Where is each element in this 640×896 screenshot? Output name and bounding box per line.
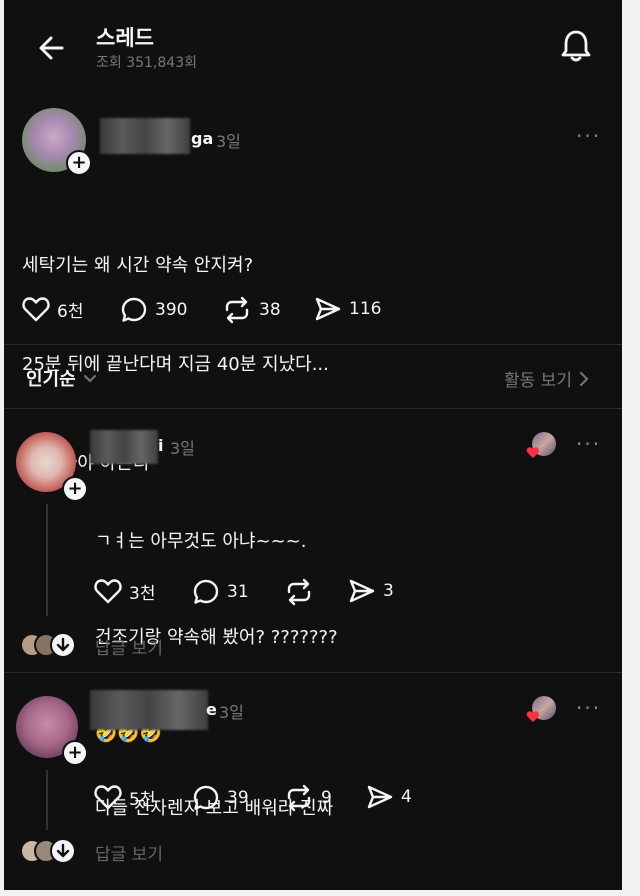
sort-dropdown[interactable]: 인기순: [26, 365, 98, 391]
like-button[interactable]: 3천: [94, 578, 155, 604]
back-button[interactable]: [34, 30, 70, 66]
thread-connector: [46, 504, 48, 616]
notification-button[interactable]: [556, 26, 596, 66]
view-replies-link[interactable]: 답글 보기: [95, 634, 163, 659]
divider: [4, 408, 622, 409]
like-count: 3천: [129, 583, 156, 604]
repost-count: 9: [321, 788, 332, 808]
chevron-right-icon: [579, 371, 589, 386]
expand-replies-icon[interactable]: [50, 838, 76, 864]
comment-time: 3일: [170, 439, 195, 458]
send-icon: [367, 785, 393, 809]
thread-screen: 스레드 조회 351,843회 + ga 3일 ··· 세탁기는 왜 시간 약속…: [4, 0, 622, 890]
view-count: 조회 351,843회: [96, 55, 197, 71]
arrow-left-icon: [39, 36, 64, 60]
speech-bubble-icon: [193, 579, 219, 604]
author-liked-badge: [526, 696, 556, 724]
author-username[interactable]: ga: [191, 129, 213, 148]
username-redacted: [100, 118, 190, 154]
repost-icon: [225, 296, 249, 324]
sort-label: 인기순: [26, 369, 76, 390]
like-count: 6천: [57, 301, 84, 322]
reply-button[interactable]: 31: [192, 578, 249, 606]
bell-icon: [561, 30, 591, 62]
post-more-button[interactable]: ···: [576, 124, 601, 148]
share-button[interactable]: 116: [314, 296, 381, 322]
reply-count: 31: [227, 582, 249, 602]
speech-bubble-icon: [193, 785, 219, 810]
reply-button[interactable]: 390: [120, 296, 187, 324]
repost-icon: [287, 784, 311, 812]
heart-icon: [526, 447, 540, 458]
author-liked-badge: [526, 432, 556, 460]
repost-button[interactable]: [284, 578, 321, 606]
username-redacted: [90, 690, 208, 730]
share-button[interactable]: 3: [348, 578, 394, 604]
comment-line: ㄱㅕ는 아무것도 아냐~~~.: [95, 531, 307, 552]
post-line: 세탁기는 왜 시간 약속 안지켜?: [22, 255, 254, 276]
reply-count: 390: [155, 300, 188, 320]
comment-username[interactable]: i: [158, 436, 163, 455]
heart-icon: [22, 297, 50, 322]
activity-label: 활동 보기: [504, 371, 572, 391]
follow-plus-button[interactable]: +: [66, 150, 92, 176]
send-icon: [315, 297, 341, 321]
repost-button[interactable]: 9: [284, 784, 332, 812]
more-dots-icon: ···: [576, 696, 602, 720]
like-button[interactable]: 6천: [22, 296, 83, 322]
follow-plus-button[interactable]: +: [62, 740, 88, 766]
repost-icon: [287, 578, 311, 606]
like-button[interactable]: 5천: [94, 784, 155, 810]
more-dots-icon: ···: [576, 124, 602, 148]
reply-avatars: [20, 838, 84, 865]
reply-button[interactable]: 39: [192, 784, 249, 812]
comment-time: 3일: [219, 703, 244, 722]
share-count: 3: [383, 581, 394, 601]
divider: [4, 344, 622, 345]
expand-replies-icon[interactable]: [50, 632, 76, 658]
speech-bubble-icon: [121, 297, 147, 322]
comment-more-button[interactable]: ···: [576, 696, 601, 720]
heart-icon: [94, 785, 122, 810]
comment-more-button[interactable]: ···: [576, 432, 601, 456]
share-count: 116: [349, 299, 382, 319]
repost-count: 38: [259, 300, 281, 320]
reply-count: 39: [227, 788, 249, 808]
more-dots-icon: ···: [576, 432, 602, 456]
share-button[interactable]: 4: [366, 784, 412, 810]
comment-username[interactable]: e: [206, 700, 217, 719]
share-count: 4: [401, 787, 412, 807]
username-redacted: [90, 430, 158, 464]
heart-icon: [94, 579, 122, 604]
follow-plus-button[interactable]: +: [62, 476, 88, 502]
heart-icon: [526, 711, 540, 722]
divider: [4, 672, 622, 673]
view-replies-link[interactable]: 답글 보기: [95, 840, 163, 865]
repost-button[interactable]: 38: [222, 296, 281, 324]
chevron-down-icon: [83, 375, 96, 383]
thread-connector: [46, 770, 48, 830]
page-title: 스레드: [96, 26, 154, 50]
post-time: 3일: [216, 132, 241, 151]
reply-avatars: [20, 632, 84, 659]
send-icon: [349, 579, 375, 603]
like-count: 5천: [129, 789, 156, 810]
view-activity-link[interactable]: 활동 보기: [504, 366, 590, 391]
